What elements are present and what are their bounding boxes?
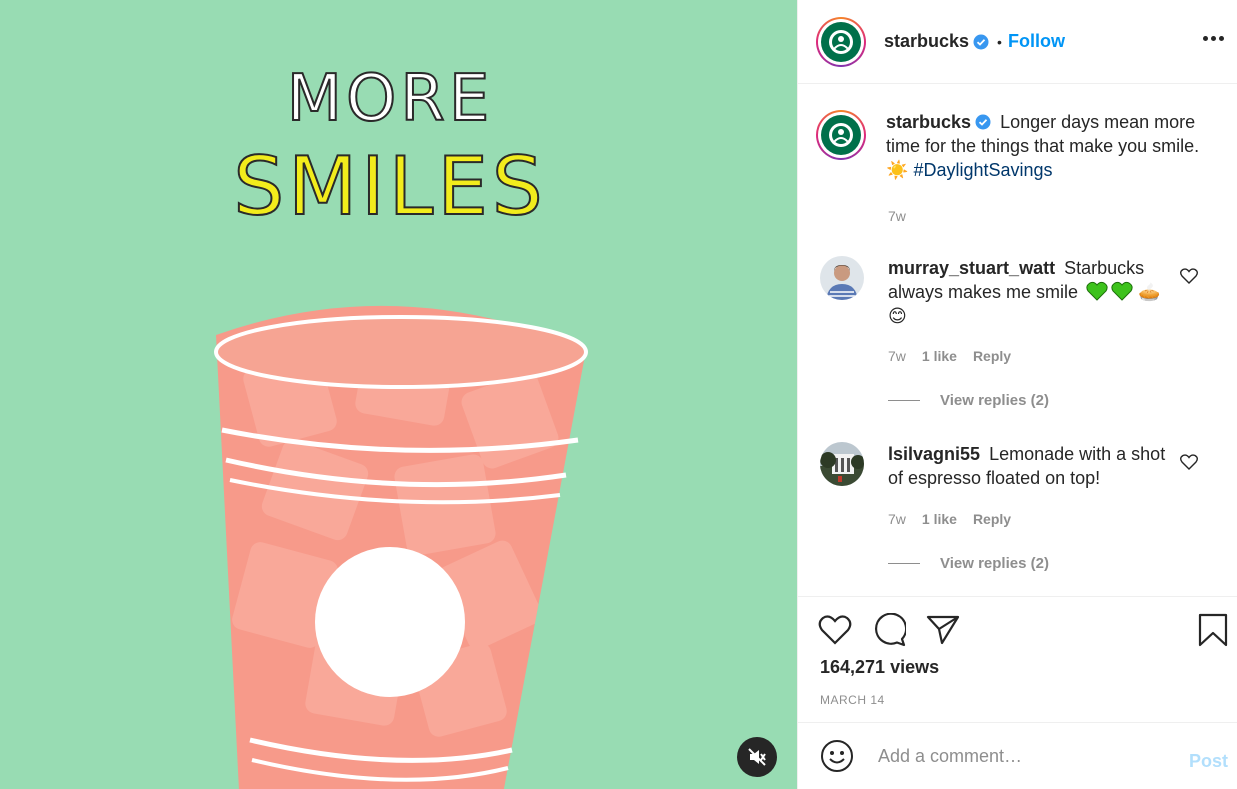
- more-options-icon[interactable]: [1201, 26, 1225, 50]
- starbucks-logo-icon: [821, 21, 861, 62]
- mute-toggle-button[interactable]: [737, 737, 777, 777]
- post-header: starbucks • Follow: [798, 0, 1237, 84]
- view-replies-label: View replies (2): [940, 392, 1049, 409]
- view-replies-label: View replies (2): [940, 555, 1049, 572]
- header-separator: •: [997, 33, 1002, 50]
- comment-bubble-icon[interactable]: [872, 613, 906, 647]
- view-replies-button[interactable]: View replies (2): [888, 392, 1049, 409]
- verified-badge-icon: [975, 114, 991, 130]
- verified-badge-icon: [973, 34, 989, 49]
- caption-text-block: starbucks Longer days mean more time for…: [886, 110, 1206, 182]
- view-replies-button[interactable]: View replies (2): [888, 555, 1049, 572]
- green-heart-icon: [1086, 281, 1108, 301]
- iced-drink-cup-illustration: [214, 305, 588, 789]
- starbucks-avatar[interactable]: [816, 16, 866, 67]
- reply-button[interactable]: Reply: [973, 348, 1011, 364]
- comments-list[interactable]: starbucks Longer days mean more time for…: [798, 84, 1237, 596]
- headline-more: MORE: [286, 61, 494, 137]
- follow-button[interactable]: Follow: [1008, 31, 1065, 52]
- emoji-smiley-icon[interactable]: [820, 739, 854, 773]
- save-bookmark-icon[interactable]: [1198, 613, 1228, 647]
- comment-input[interactable]: [878, 745, 1178, 767]
- add-comment-bar: Post: [798, 722, 1237, 789]
- commenter-avatar[interactable]: [820, 256, 864, 300]
- speaker-muted-icon: [748, 748, 766, 766]
- share-send-icon[interactable]: [926, 613, 960, 645]
- post-actions: 164,271 views MARCH 14: [798, 596, 1237, 722]
- comment-time: 7w: [888, 348, 906, 364]
- comment-body: murray_stuart_watt Starbucks always make…: [888, 256, 1178, 328]
- comment-body: lsilvagni55 Lemonade with a shot of espr…: [888, 442, 1178, 490]
- like-heart-icon[interactable]: [818, 615, 852, 645]
- reply-button[interactable]: Reply: [973, 511, 1011, 527]
- like-comment-heart-icon[interactable]: [1180, 268, 1198, 284]
- post-caption: starbucks Longer days mean more time for…: [816, 110, 1206, 182]
- post-comment-button[interactable]: Post: [1189, 751, 1228, 772]
- starbucks-logo-icon: [821, 115, 861, 155]
- header-username[interactable]: starbucks: [884, 31, 969, 52]
- headline-smiles: SMILES: [232, 139, 547, 234]
- comment-item: lsilvagni55 Lemonade with a shot of espr…: [820, 442, 1220, 490]
- comment-meta: 7w 1 like Reply: [888, 348, 1011, 364]
- green-heart-icon: [1111, 281, 1133, 301]
- post-media[interactable]: MORE SMILES: [0, 0, 797, 789]
- commenter-avatar[interactable]: [820, 442, 864, 486]
- like-comment-heart-icon[interactable]: [1180, 454, 1198, 470]
- post-side-panel: starbucks • Follow starbucks Longer days…: [797, 0, 1237, 789]
- replies-divider: [888, 400, 920, 401]
- caption-time: 7w: [888, 208, 906, 224]
- comment-username[interactable]: lsilvagni55: [888, 444, 980, 464]
- comment-username[interactable]: murray_stuart_watt: [888, 258, 1055, 278]
- comment-item: murray_stuart_watt Starbucks always make…: [820, 256, 1220, 328]
- comment-time: 7w: [888, 511, 906, 527]
- replies-divider: [888, 563, 920, 564]
- comment-likes[interactable]: 1 like: [922, 511, 957, 527]
- view-count[interactable]: 164,271 views: [820, 657, 939, 678]
- caption-hashtag[interactable]: #DaylightSavings: [913, 160, 1052, 180]
- building-photo-icon: [820, 442, 864, 486]
- post-date[interactable]: MARCH 14: [820, 693, 885, 707]
- person-photo-icon: [820, 256, 864, 300]
- comment-likes[interactable]: 1 like: [922, 348, 957, 364]
- instagram-post-modal: MORE SMILES starbucks • Follow starbucks…: [0, 0, 1237, 789]
- caption-username[interactable]: starbucks: [886, 112, 971, 132]
- comment-meta: 7w 1 like Reply: [888, 511, 1011, 527]
- caption-avatar[interactable]: [816, 110, 866, 160]
